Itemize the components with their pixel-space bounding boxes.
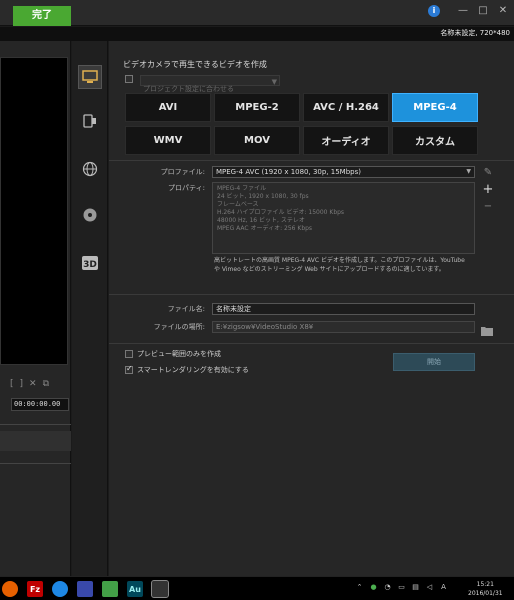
- format-avi-button[interactable]: AVI: [125, 93, 211, 122]
- description-line: 高ビットレートの高画質 MPEG-4 AVC ビデオを作成します。このプロファイ…: [214, 257, 465, 264]
- chevron-down-icon: ▼: [466, 168, 471, 175]
- minimize-button[interactable]: —: [456, 4, 470, 18]
- property-line: 24 ビット, 1920 x 1080, 30 fps: [217, 193, 309, 200]
- folder-icon[interactable]: [481, 321, 493, 336]
- clock-date: 2016/01/31: [468, 590, 503, 597]
- window-controls: i — □ ✕: [428, 4, 510, 18]
- file-name-label: ファイル名:: [167, 305, 205, 313]
- smart-render-row[interactable]: スマートレンダリングを有効にする: [125, 364, 249, 375]
- remove-icon[interactable]: −: [482, 201, 494, 213]
- preview-panel: [ ] ✕ ⧉ 00:00:00.00: [0, 41, 71, 576]
- audition-icon[interactable]: Au: [127, 581, 143, 597]
- profile-select[interactable]: MPEG-4 AVC (1920 x 1080, 30p, 15Mbps) ▼: [212, 166, 475, 178]
- preview-only-row[interactable]: プレビュー範囲のみを作成: [125, 349, 221, 359]
- copy-button[interactable]: ⧉: [43, 379, 49, 389]
- timecode-display[interactable]: 00:00:00.00: [11, 398, 69, 411]
- mark-in-button[interactable]: [: [10, 379, 14, 389]
- property-line: MPEG AAC オーディオ: 256 Kbps: [217, 225, 313, 232]
- tab-finish[interactable]: 完了: [13, 6, 71, 26]
- properties-label: プロパティ:: [168, 184, 205, 192]
- start-button[interactable]: 開始: [393, 353, 475, 371]
- format-custom-button[interactable]: カスタム: [392, 126, 478, 155]
- device-icon[interactable]: [78, 109, 102, 133]
- close-button[interactable]: ✕: [496, 4, 510, 18]
- category-bar: 3D: [72, 41, 108, 576]
- format-mov-button[interactable]: MOV: [214, 126, 300, 155]
- videostudio-icon[interactable]: [151, 580, 169, 598]
- property-line: MPEG-4 ファイル: [217, 185, 267, 192]
- add-icon[interactable]: +: [482, 183, 494, 196]
- property-line: 48000 Hz, 16 ビット, ステレオ: [217, 217, 305, 224]
- file-location-label: ファイルの場所:: [153, 323, 205, 331]
- cut-button[interactable]: ✕: [29, 379, 37, 389]
- keyboard-icon[interactable]: A: [439, 583, 448, 592]
- 3d-label: 3D: [83, 260, 97, 270]
- battery-icon[interactable]: ▭: [397, 583, 406, 592]
- project-info-strip: 名称未設定, 720*480: [0, 27, 514, 41]
- property-line: H.264 ハイプロファイル ビデオ: 15000 Kbps: [217, 209, 345, 216]
- match-project-label: プロジェクト設定に合わせる: [143, 85, 234, 93]
- preview-only-label: プレビュー範囲のみを作成: [137, 350, 221, 358]
- divider: [109, 343, 514, 344]
- divider: [109, 160, 514, 161]
- filezilla-icon[interactable]: Fz: [27, 581, 43, 597]
- output-settings-panel: ビデオカメラで再生できるビデオを作成 プロジェクト設定に合わせる ▼ AVI M…: [109, 41, 514, 576]
- description-line: や Vimeo などのストリーミング Web サイトにアップロードするのに適して…: [214, 266, 445, 273]
- profile-description: 高ビットレートの高画質 MPEG-4 AVC ビデオを作成します。このプロファイ…: [214, 256, 476, 274]
- match-project-row[interactable]: [125, 75, 133, 83]
- system-tray: ⌃ ● ◔ ▭ ▤ ◁ A: [355, 583, 448, 592]
- format-mpeg2-button[interactable]: MPEG-2: [214, 93, 300, 122]
- app-window: 完了 i — □ ✕ 名称未設定, 720*480 [ ] ✕ ⧉ 00:00:…: [0, 0, 514, 600]
- match-project-checkbox[interactable]: [125, 75, 133, 83]
- profile-actions: ✎ + −: [482, 167, 494, 213]
- library-strip: [0, 431, 71, 451]
- title-bar: 完了 i — □ ✕: [0, 0, 514, 26]
- clock[interactable]: 15:21 2016/01/31: [468, 580, 503, 598]
- clock-time: 15:21: [476, 581, 494, 588]
- profile-label: プロファイル:: [160, 168, 205, 176]
- profile-value: MPEG-4 AVC (1920 x 1080, 30p, 15Mbps): [216, 168, 361, 176]
- 3d-icon[interactable]: 3D: [78, 251, 102, 275]
- file-location-input[interactable]: E:¥zigsow¥VideoStudio X8¥: [212, 321, 475, 333]
- format-mpeg4-button[interactable]: MPEG-4: [392, 93, 478, 122]
- status-icon[interactable]: ●: [369, 583, 378, 592]
- network-icon[interactable]: ◔: [383, 583, 392, 592]
- preview-controls: [ ] ✕ ⧉: [10, 379, 49, 389]
- taskbar-apps: Fz Au: [2, 580, 169, 598]
- info-icon[interactable]: i: [428, 5, 440, 17]
- chevron-up-icon[interactable]: ⌃: [355, 583, 364, 592]
- app-icon[interactable]: [52, 581, 68, 597]
- project-info-text: 名称未設定, 720*480: [440, 29, 510, 37]
- match-project-select[interactable]: プロジェクト設定に合わせる ▼: [140, 75, 280, 93]
- message-icon[interactable]: ▤: [411, 583, 420, 592]
- format-audio-button[interactable]: オーディオ: [303, 126, 389, 155]
- format-grid: AVI MPEG-2 AVC / H.264 MPEG-4 WMV MOV オー…: [125, 93, 478, 155]
- app-icon[interactable]: [102, 581, 118, 597]
- smart-render-label: スマートレンダリングを有効にする: [137, 366, 249, 374]
- maximize-button[interactable]: □: [476, 4, 490, 18]
- property-line: フレームベース: [217, 201, 259, 208]
- edit-icon[interactable]: ✎: [482, 167, 494, 179]
- computer-icon[interactable]: [78, 65, 102, 89]
- preview-only-checkbox[interactable]: [125, 350, 133, 358]
- mark-out-button[interactable]: ]: [20, 379, 24, 389]
- disc-icon[interactable]: [78, 203, 102, 227]
- app-icon[interactable]: [77, 581, 93, 597]
- firefox-icon[interactable]: [2, 581, 18, 597]
- section-title: ビデオカメラで再生できるビデオを作成: [123, 60, 267, 69]
- format-wmv-button[interactable]: WMV: [125, 126, 211, 155]
- divider: [0, 424, 71, 425]
- divider: [0, 463, 71, 464]
- smart-render-checkbox[interactable]: [125, 364, 133, 374]
- volume-icon[interactable]: ◁: [425, 583, 434, 592]
- format-avc-button[interactable]: AVC / H.264: [303, 93, 389, 122]
- divider: [109, 294, 514, 295]
- web-icon[interactable]: [78, 157, 102, 181]
- properties-box: MPEG-4 ファイル 24 ビット, 1920 x 1080, 30 fps …: [212, 182, 475, 254]
- preview-screen: [0, 57, 68, 365]
- chevron-down-icon: ▼: [271, 78, 277, 86]
- file-name-input[interactable]: 名称未設定: [212, 303, 475, 315]
- taskbar: Fz Au ⌃ ● ◔ ▭ ▤ ◁ A 15:21 2016/01/31: [0, 576, 514, 600]
